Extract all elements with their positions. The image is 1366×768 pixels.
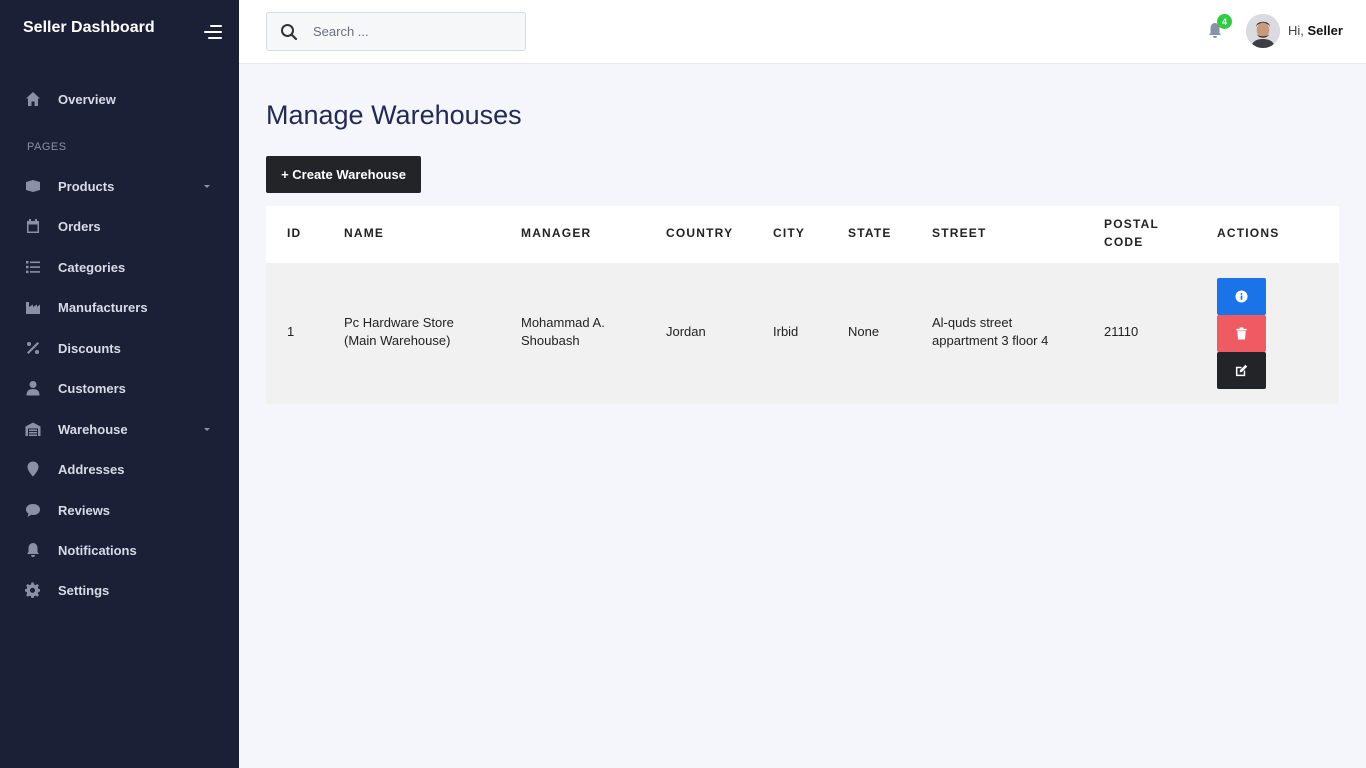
sidebar-item-label: Addresses [58, 461, 125, 477]
notification-count-badge: 4 [1217, 14, 1232, 29]
cell-manager-line1: Mohammad A. [521, 315, 605, 330]
factory-icon [24, 298, 42, 316]
sidebar-item-label: Warehouse [58, 421, 128, 437]
bell-icon [24, 541, 42, 559]
search-box[interactable] [266, 12, 526, 51]
col-header-postal-line1: POSTAL [1104, 217, 1159, 231]
col-header-actions: ACTIONS [1217, 226, 1280, 240]
edit-button[interactable] [1217, 352, 1266, 389]
col-header-country: COUNTRY [666, 226, 734, 240]
sidebar-item-label: Overview [58, 91, 116, 107]
sidebar-item-orders[interactable]: Orders [0, 208, 239, 244]
warehouse-icon [24, 420, 42, 438]
delete-button[interactable] [1217, 315, 1266, 352]
percent-icon [24, 339, 42, 357]
page-title: Manage Warehouses [266, 100, 522, 130]
box-icon [24, 177, 42, 195]
cell-city: Irbid [773, 324, 799, 339]
info-icon [1235, 290, 1248, 303]
chevron-down-icon [204, 427, 210, 431]
cell-name-line1: Pc Hardware Store [344, 315, 454, 330]
cell-street-line1: Al-quds street [932, 315, 1013, 330]
sidebar-item-warehouse[interactable]: Warehouse [0, 411, 239, 447]
sidebar-item-label: Manufacturers [58, 299, 148, 315]
gear-icon [24, 581, 42, 599]
brand-title: Seller Dashboard [23, 19, 155, 36]
search-icon [280, 23, 298, 41]
sidebar-item-products[interactable]: Products [0, 168, 239, 204]
cell-street-line2: appartment 3 floor 4 [932, 333, 1049, 348]
chevron-down-icon [204, 184, 210, 188]
col-header-postal-line2: CODE [1104, 235, 1144, 249]
sidebar-item-addresses[interactable]: Addresses [0, 451, 239, 487]
col-header-manager: MANAGER [521, 226, 592, 240]
cell-state: None [848, 324, 880, 339]
create-warehouse-button[interactable]: + Create Warehouse [266, 156, 421, 193]
cell-country: Jordan [666, 324, 706, 339]
list-icon [24, 258, 42, 276]
sidebar-item-settings[interactable]: Settings [0, 572, 239, 608]
col-header-id: ID [287, 226, 302, 240]
cell-name-line2: (Main Warehouse) [344, 333, 451, 348]
home-icon [24, 90, 42, 108]
sidebar-item-label: Orders [58, 218, 101, 234]
trash-icon [1236, 327, 1247, 340]
sidebar: Seller Dashboard Overview PAGES Products… [0, 0, 239, 768]
cell-manager: Mohammad A. Shoubash [521, 314, 605, 350]
menu-toggle-icon[interactable] [202, 24, 222, 40]
sidebar-item-customers[interactable]: Customers [0, 370, 239, 406]
col-header-city: CITY [773, 226, 806, 240]
col-header-street: STREET [932, 226, 987, 240]
topbar: 4 Hi, Seller [239, 0, 1366, 64]
col-header-state: STATE [848, 226, 892, 240]
table-header: ID NAME MANAGER COUNTRY CITY STATE STREE… [266, 206, 1339, 263]
user-icon [24, 379, 42, 397]
sidebar-item-label: Notifications [58, 542, 137, 558]
sidebar-item-label: Settings [58, 582, 110, 598]
sidebar-item-label: Customers [58, 380, 126, 396]
sidebar-item-label: Discounts [58, 340, 121, 356]
sidebar-item-manufacturers[interactable]: Manufacturers [0, 289, 239, 325]
edit-icon [1235, 364, 1248, 377]
map-pin-icon [24, 460, 42, 478]
table-row: 1 Pc Hardware Store (Main Warehouse) Moha… [266, 263, 1339, 404]
sidebar-item-notifications[interactable]: Notifications [0, 532, 239, 568]
cell-street: Al-quds street appartment 3 floor 4 [932, 314, 1048, 350]
info-button[interactable] [1217, 278, 1266, 315]
user-name: Seller [1307, 23, 1343, 38]
avatar[interactable] [1246, 14, 1280, 48]
col-header-postal-code: POSTAL CODE [1104, 215, 1159, 251]
calendar-icon [24, 217, 42, 235]
cell-name: Pc Hardware Store (Main Warehouse) [344, 314, 454, 350]
sidebar-item-categories[interactable]: Categories [0, 249, 239, 285]
sidebar-item-discounts[interactable]: Discounts [0, 330, 239, 366]
cell-manager-line2: Shoubash [521, 333, 580, 348]
search-input[interactable] [313, 13, 513, 50]
col-header-name: NAME [344, 226, 385, 240]
sidebar-item-label: Categories [58, 259, 126, 275]
warehouses-table: ID NAME MANAGER COUNTRY CITY STATE STREE… [266, 206, 1339, 404]
section-label-pages: PAGES [27, 141, 67, 153]
cell-id: 1 [287, 324, 295, 339]
sidebar-item-label: Products [58, 178, 115, 194]
sidebar-item-overview[interactable]: Overview [0, 81, 239, 117]
sidebar-item-label: Reviews [58, 502, 111, 518]
user-greeting[interactable]: Hi, Seller [1288, 23, 1343, 38]
sidebar-item-reviews[interactable]: Reviews [0, 492, 239, 528]
greeting-prefix: Hi, [1288, 23, 1308, 38]
comment-icon [24, 501, 42, 519]
cell-postal-code: 21110 [1104, 324, 1139, 339]
